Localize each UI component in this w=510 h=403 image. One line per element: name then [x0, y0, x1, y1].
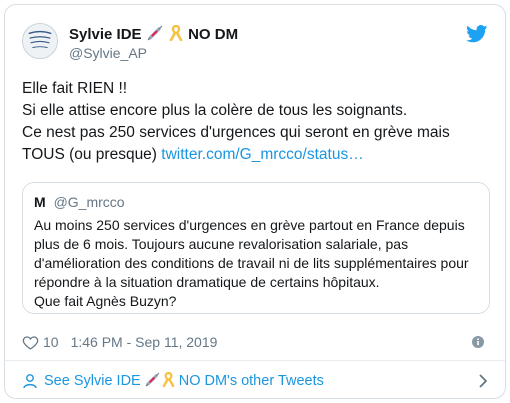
- quoted-author-handle: @G_mrcco: [53, 194, 125, 210]
- quoted-tweet-header: M @G_mrcco: [34, 194, 125, 210]
- author-name[interactable]: Sylvie IDE NO DM: [69, 24, 239, 45]
- tweet-text: Elle fait RIEN !! Si elle attise encore …: [22, 78, 492, 166]
- tweet-line-text: TOUS (ou presque): [22, 146, 162, 163]
- heart-icon[interactable]: [22, 334, 39, 351]
- like-count[interactable]: 10: [43, 334, 59, 350]
- info-icon[interactable]: [472, 336, 484, 348]
- ribbon-icon: [162, 371, 175, 391]
- author-name-suffix: NO DM: [188, 26, 239, 43]
- tweet-line: Ce nest pas 250 services d'urgences qui …: [22, 124, 450, 141]
- quoted-line: Au moins 250 services d'urgences en grèv…: [34, 217, 465, 233]
- author-name-text: Sylvie IDE: [69, 26, 142, 43]
- quoted-tweet-text: Au moins 250 services d'urgences en grèv…: [34, 216, 482, 311]
- tweet-line: Si elle attise encore plus la colère de …: [22, 102, 408, 119]
- footer-prefix: See Sylvie IDE: [44, 373, 141, 389]
- tweet-meta: 10 1:46 PM - Sep 11, 2019: [22, 333, 217, 351]
- ribbon-icon: [169, 24, 183, 45]
- see-other-tweets-link[interactable]: See Sylvie IDE NO DM's other Tweets: [22, 371, 324, 391]
- quoted-line: plus de 6 mois. Toujours aucune revalori…: [34, 236, 409, 252]
- person-icon: [23, 374, 37, 389]
- quoted-tweet-link[interactable]: twitter.com/G_mrcco/status…: [161, 146, 363, 163]
- quoted-line: répondre à la situation dramatique de ce…: [34, 274, 380, 290]
- divider: [5, 360, 505, 361]
- twitter-bird-icon[interactable]: [466, 25, 488, 43]
- avatar[interactable]: [22, 23, 58, 59]
- tweet-card: Sylvie IDE NO DM @Sylvie_AP Elle fait RI…: [4, 4, 506, 399]
- syringe-icon: [147, 25, 163, 45]
- author-handle[interactable]: @Sylvie_AP: [69, 45, 147, 61]
- quoted-line: Que fait Agnès Buzyn?: [34, 293, 177, 309]
- tweet-line: Elle fait RIEN !!: [22, 80, 128, 97]
- syringe-icon: [145, 372, 160, 391]
- quoted-line: d'amélioration des conditions de travail…: [34, 255, 469, 271]
- chevron-right-icon[interactable]: [479, 374, 488, 388]
- footer-suffix: NO DM's other Tweets: [178, 373, 324, 389]
- tweet-timestamp[interactable]: 1:46 PM - Sep 11, 2019: [71, 334, 218, 350]
- tweet-line-last: TOUS (ou presque) twitter.com/G_mrcco/st…: [22, 144, 492, 166]
- quoted-tweet[interactable]: M @G_mrcco Au moins 250 services d'urgen…: [22, 182, 490, 314]
- quoted-author-name: M: [34, 194, 46, 210]
